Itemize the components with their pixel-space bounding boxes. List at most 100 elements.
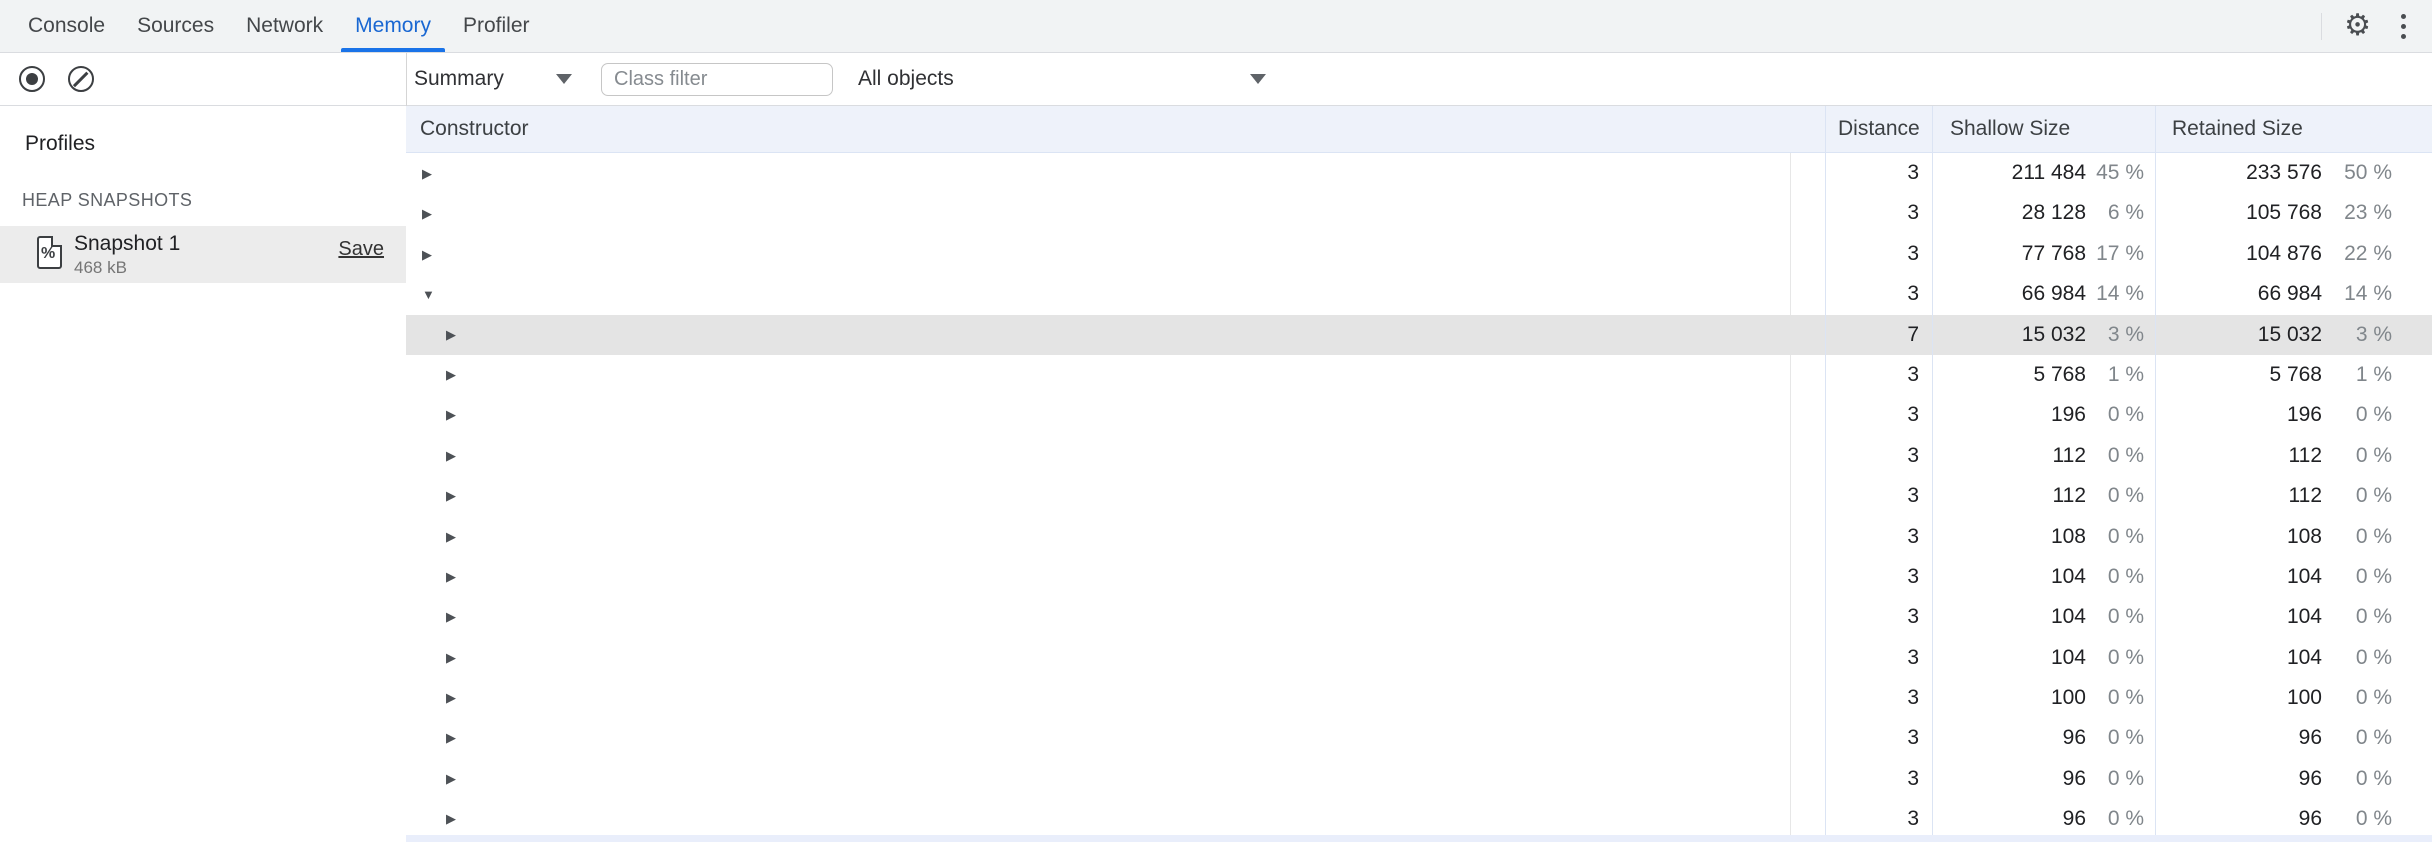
tab-memory[interactable]: Memory xyxy=(340,0,446,52)
grid-rows: ▶(compiled code)×3520 3 211 484 45 % 233 576… xyxy=(406,153,2432,836)
shallow-size-percent: 17 % xyxy=(2096,241,2144,265)
more-options-icon[interactable] xyxy=(2397,10,2410,43)
shallow-size-percent: 0 % xyxy=(2107,686,2144,710)
expand-arrow-icon[interactable]: ▶ xyxy=(422,235,441,274)
chevron-down-icon[interactable] xyxy=(556,74,572,84)
retained-size-percent: 0 % xyxy=(2355,524,2392,548)
table-row[interactable]: ▶(closure)×982 3 28 128 6 % 105 768 23 % xyxy=(406,193,2432,233)
distance-cell: 3 xyxy=(1907,645,1919,669)
retained-size-percent: 0 % xyxy=(2355,443,2392,467)
expand-arrow-icon[interactable]: ▶ xyxy=(446,799,465,839)
expand-arrow-icon[interactable]: ▶ xyxy=(446,759,465,799)
table-row[interactable]: ▼(string)×1840 3 66 984 14 % 66 984 14 % xyxy=(406,274,2432,314)
column-divider[interactable] xyxy=(1825,106,1826,835)
expand-arrow-icon[interactable]: ▼ xyxy=(422,275,441,314)
view-mode-select[interactable]: Summary xyxy=(414,53,504,105)
constructor-cell: ▶"Torque assert 'Is<NativeContext>(conte… xyxy=(406,678,1825,718)
shallow-size-percent: 0 % xyxy=(2107,524,2144,548)
table-row[interactable]: ▶"Hello world! (Requested at: 2024-08-19… xyxy=(406,314,2432,355)
distance-cell: 3 xyxy=(1907,484,1919,508)
constructor-cell: ▼(string)×1840 xyxy=(406,274,1825,314)
table-row[interactable]: ▶"Torque assert 'remainingElementsCount … xyxy=(406,718,2432,758)
column-divider[interactable] xyxy=(2155,106,2156,835)
clear-profiles-icon[interactable] xyxy=(68,66,94,92)
constructor-cell: ▶"Torque assert 'Convert<uintptr>(endInd… xyxy=(406,395,1825,435)
column-header-constructor[interactable]: Constructor xyxy=(420,106,529,153)
shallow-size-cell: 196 xyxy=(2050,403,2086,427)
object-filter-select[interactable]: All objects xyxy=(858,53,954,105)
retained-size-percent: 0 % xyxy=(2355,645,2392,669)
retained-size-cell: 233 576 xyxy=(2246,161,2322,184)
tab-network[interactable]: Network xyxy=(231,0,338,52)
table-row[interactable]: ▶"// .wrangler/tmp/bundle-FmNIt0/checked… xyxy=(406,355,2432,395)
retained-size-percent: 0 % xyxy=(2355,403,2392,427)
expand-arrow-icon[interactable]: ▶ xyxy=(446,638,465,678)
constructor-cell: ▶(closure)×982 xyxy=(406,193,1825,233)
tab-sources[interactable]: Sources xyxy=(122,0,229,52)
settings-gear-icon[interactable]: ⚙ xyxy=(2344,11,2371,41)
expand-arrow-icon[interactable]: ▶ xyxy=(422,154,441,193)
table-row[interactable]: ▶"Torque assert 'Convert<uintptr>(endInd… xyxy=(406,395,2432,435)
snapshot-item[interactable]: % Snapshot 1 468 kB Save xyxy=(0,226,406,283)
table-row[interactable]: ▶"Torque assert 'remainingElementsCount … xyxy=(406,436,2432,476)
table-row[interactable]: ▶"Torque assert 'Is<NativeContext>(conte… xyxy=(406,557,2432,597)
constructor-cell: ▶"TaggedNotEqual(value, TheHoleConstant(… xyxy=(406,517,1825,557)
class-filter-input[interactable] xyxy=(601,63,833,96)
horizontal-scrollbar-track[interactable] xyxy=(406,835,2432,842)
distance-cell: 3 xyxy=(1907,443,1919,467)
table-row[interactable]: ▶"TaggedNotEqual(key, TheHoleConstant())… xyxy=(406,638,2432,678)
table-row[interactable]: ▶"Torque assert 'value != PromiseHole' f… xyxy=(406,597,2432,637)
sidebar-title: Profiles xyxy=(25,132,96,155)
constructor-cell: ▶"TaggedNotEqual(key, TheHoleConstant())… xyxy=(406,638,1825,678)
retained-size-percent: 0 % xyxy=(2355,686,2392,710)
retained-size-percent: 0 % xyxy=(2355,766,2392,790)
expand-arrow-icon[interactable]: ▶ xyxy=(446,355,465,395)
tab-profiler[interactable]: Profiler xyxy=(448,0,545,52)
column-divider[interactable] xyxy=(1932,106,1933,835)
tab-console[interactable]: Console xyxy=(13,0,120,52)
expand-arrow-icon[interactable]: ▶ xyxy=(446,476,465,516)
retained-size-percent: 50 % xyxy=(2344,161,2392,184)
table-row[interactable]: ▶"Torque assert 'Is<NativeContext>(conte… xyxy=(406,799,2432,839)
expand-arrow-icon[interactable]: ▶ xyxy=(446,597,465,637)
take-snapshot-icon[interactable] xyxy=(19,66,45,92)
distance-cell: 7 xyxy=(1907,322,1919,346)
column-header-retained-size[interactable]: Retained Size xyxy=(2172,106,2303,153)
expand-arrow-icon[interactable]: ▶ xyxy=(446,315,465,355)
heap-snapshot-grid: Constructor Distance Shallow Size Retain… xyxy=(406,106,2432,842)
table-row[interactable]: ▶(compiled code)×3520 3 211 484 45 % 233 576… xyxy=(406,153,2432,193)
chevron-down-icon[interactable] xyxy=(1250,74,1266,84)
shallow-size-percent: 0 % xyxy=(2107,605,2144,629)
retained-size-percent: 3 % xyxy=(2355,322,2392,346)
expand-arrow-icon[interactable]: ▶ xyxy=(446,517,465,557)
expand-arrow-icon[interactable]: ▶ xyxy=(446,436,465,476)
constructor-cell: ▶"TaggedNotEqual(key, HashTableHoleConst… xyxy=(406,476,1825,516)
expand-arrow-icon[interactable]: ▶ xyxy=(446,395,465,435)
shallow-size-percent: 6 % xyxy=(2107,201,2144,225)
table-row[interactable]: ▶"TaggedNotEqual(key, HashTableHoleConst… xyxy=(406,476,2432,516)
table-row[interactable]: ▶"Torque assert 'result == kStoreSuccede… xyxy=(406,759,2432,799)
column-header-distance[interactable]: Distance xyxy=(1838,106,1920,153)
column-header-shallow-size[interactable]: Shallow Size xyxy=(1950,106,2070,153)
shallow-size-cell: 100 xyxy=(2050,686,2086,710)
distance-cell: 3 xyxy=(1907,726,1919,750)
shallow-size-cell: 104 xyxy=(2050,564,2086,588)
shallow-size-percent: 0 % xyxy=(2107,645,2144,669)
expand-arrow-icon[interactable]: ▶ xyxy=(446,718,465,758)
shallow-size-percent: 3 % xyxy=(2107,322,2144,346)
expand-arrow-icon[interactable]: ▶ xyxy=(446,678,465,718)
table-row[interactable]: ▶"Torque assert 'Is<NativeContext>(conte… xyxy=(406,678,2432,718)
table-row[interactable]: ▶(system)×3817 3 77 768 17 % 104 876 22 % xyxy=(406,234,2432,274)
constructor-cell: ▶"Hello world! (Requested at: 2024-08-19… xyxy=(406,315,1825,355)
table-row[interactable]: ▶"TaggedNotEqual(value, TheHoleConstant(… xyxy=(406,517,2432,557)
expand-arrow-icon[interactable]: ▶ xyxy=(422,194,441,233)
devtools-tabbar: Console Sources Network Memory Profiler … xyxy=(0,0,2432,53)
shallow-size-cell: 112 xyxy=(2052,443,2086,467)
retained-size-percent: 0 % xyxy=(2355,605,2392,629)
expand-arrow-icon[interactable]: ▶ xyxy=(446,557,465,597)
constructor-cell: ▶"Torque assert 'remainingElementsCount … xyxy=(406,718,1825,758)
shallow-size-percent: 0 % xyxy=(2107,807,2144,831)
retained-size-cell: 5 768 xyxy=(2269,362,2322,386)
save-snapshot-link[interactable]: Save xyxy=(338,238,384,261)
constructor-cell: ▶"Torque assert 'Is<NativeContext>(conte… xyxy=(406,557,1825,597)
